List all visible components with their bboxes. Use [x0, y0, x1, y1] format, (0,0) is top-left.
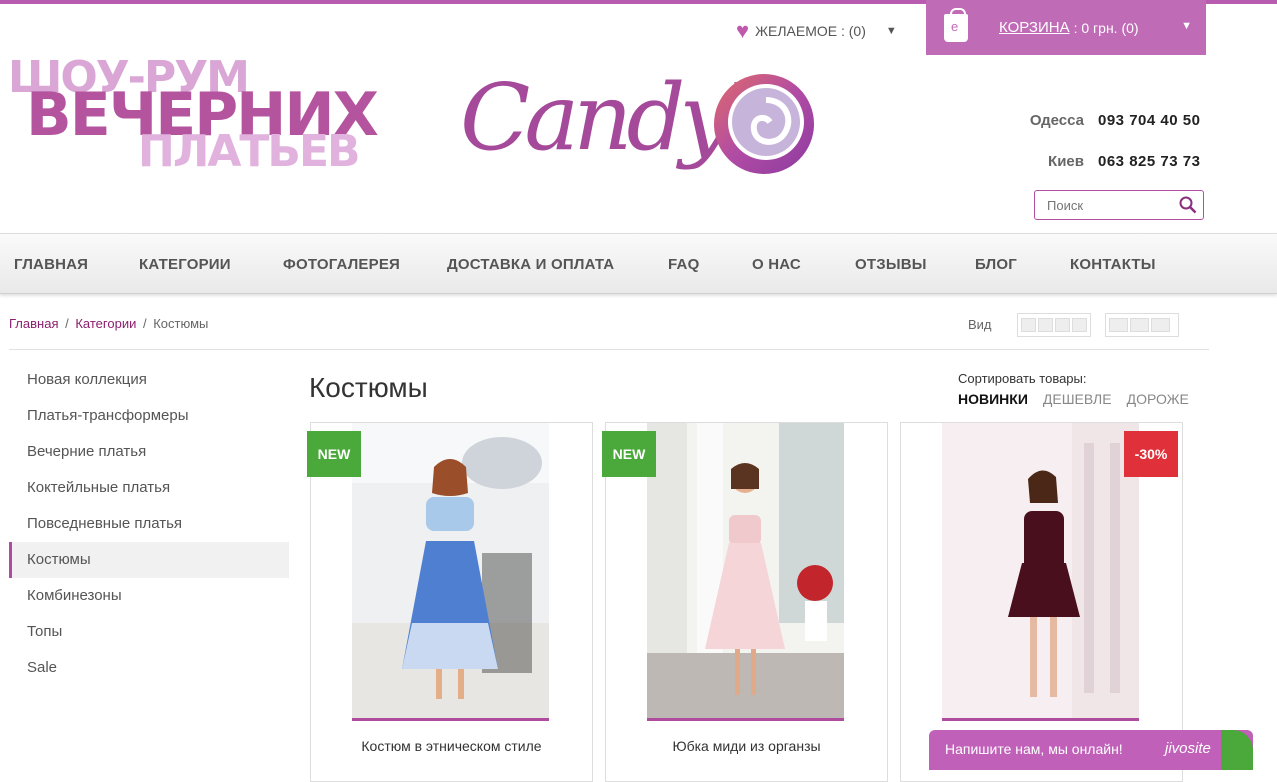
chat-brand: jivosite [1165, 740, 1211, 757]
nav-home[interactable]: ГЛАВНАЯ [14, 256, 88, 273]
chat-text: Напишите нам, мы онлайн! [945, 741, 1123, 757]
view-grid-3-button[interactable] [1105, 313, 1179, 337]
phone-city: Киев [1048, 152, 1084, 170]
search-icon[interactable] [1179, 196, 1197, 214]
phone-list: Одесса 093 704 40 50 Киев 063 825 73 73 [1020, 108, 1200, 190]
chat-bubble-icon [1221, 730, 1253, 770]
heart-icon: ♥ [736, 18, 750, 43]
sort-cheaper[interactable]: ДЕШЕВЛЕ [1043, 391, 1112, 407]
chevron-down-icon: ▼ [885, 25, 897, 37]
search-input[interactable] [1047, 191, 1177, 219]
sidebar-item-cocktail[interactable]: Коктейльные платья [9, 470, 289, 506]
sidebar-item-new-collection[interactable]: Новая коллекция [9, 362, 289, 398]
view-label: Вид [968, 317, 992, 332]
phone-number[interactable]: 063 825 73 73 [1098, 153, 1200, 170]
sort-label: Сортировать товары: [958, 371, 1087, 386]
sidebar-item-jumpsuits[interactable]: Комбинезоны [9, 578, 289, 614]
photo-underline [647, 718, 844, 721]
sort-options: НОВИНКИ ДЕШЕВЛЕ ДОРОЖЕ [958, 391, 1189, 407]
view-grid-4-button[interactable] [1017, 313, 1091, 337]
slogan: ШОУ-РУМ ВЕЧЕРНИХ ПЛАТЬЕВ [8, 52, 379, 182]
breadcrumb: Главная / Категории / Костюмы [9, 316, 208, 331]
cart-label: КОРЗИНА [999, 19, 1070, 36]
sale-badge: -30% [1124, 431, 1178, 477]
chevron-down-icon: ▼ [1181, 20, 1192, 32]
logo-swirl-icon [714, 74, 814, 174]
nav-gallery[interactable]: ФОТОГАЛЕРЕЯ [283, 256, 400, 273]
breadcrumb-separator: / [142, 316, 147, 331]
breadcrumb-current: Костюмы [153, 316, 209, 331]
wishlist-link[interactable]: ♥ ЖЕЛАЕМОЕ : (0) ▼ [736, 19, 897, 43]
phone-number[interactable]: 093 704 40 50 [1098, 112, 1200, 129]
phone-city: Одесса [1029, 111, 1084, 129]
breadcrumb-home[interactable]: Главная [9, 316, 58, 331]
site-header: ШОУ-РУМ ВЕЧЕРНИХ ПЛАТЬЕВ Candy's ♥ ЖЕЛАЕ… [0, 0, 1277, 232]
nav-about[interactable]: О НАС [752, 256, 801, 273]
product-name[interactable]: Юбка миди из органзы [606, 738, 887, 754]
main-nav: ГЛАВНАЯ КАТЕГОРИИ ФОТОГАЛЕРЕЯ ДОСТАВКА И… [0, 233, 1277, 294]
sidebar-item-sale[interactable]: Sale [9, 650, 289, 686]
sidebar-item-transformers[interactable]: Платья-трансформеры [9, 398, 289, 434]
nav-faq[interactable]: FAQ [668, 256, 699, 273]
nav-reviews[interactable]: ОТЗЫВЫ [855, 256, 927, 273]
photo-underline [352, 718, 549, 721]
product-photo[interactable] [942, 423, 1139, 719]
page-title: Костюмы [309, 372, 428, 403]
photo-underline [942, 718, 1139, 721]
new-badge: NEW [307, 431, 361, 477]
divider [9, 349, 1209, 350]
sort-newest[interactable]: НОВИНКИ [958, 391, 1028, 407]
search-box [1034, 190, 1204, 220]
nav-blog[interactable]: БЛОГ [975, 256, 1017, 273]
product-name[interactable]: Костюм в этническом стиле [311, 738, 592, 754]
site-logo[interactable]: Candy's [460, 54, 820, 224]
sidebar-item-casual[interactable]: Повседневные платья [9, 506, 289, 542]
product-card[interactable]: NEW Костюм в этническом стиле [307, 422, 593, 782]
nav-delivery[interactable]: ДОСТАВКА И ОПЛАТА [447, 256, 614, 273]
sidebar-item-evening[interactable]: Вечерние платья [9, 434, 289, 470]
wishlist-label: ЖЕЛАЕМОЕ : (0) [755, 23, 866, 39]
product-photo[interactable] [647, 423, 844, 719]
product-photo[interactable] [352, 423, 549, 719]
sidebar-item-suits[interactable]: Костюмы [9, 542, 289, 578]
shopping-bag-icon [944, 7, 968, 42]
new-badge: NEW [602, 431, 656, 477]
breadcrumb-separator: / [65, 316, 69, 331]
chat-widget[interactable]: Напишите нам, мы онлайн! jivosite [929, 730, 1253, 770]
sort-expensive[interactable]: ДОРОЖЕ [1127, 391, 1189, 407]
sidebar-item-tops[interactable]: Топы [9, 614, 289, 650]
nav-contacts[interactable]: КОНТАКТЫ [1070, 256, 1156, 273]
product-card[interactable]: NEW Юбка миди из органзы [602, 422, 888, 782]
phone-row: Киев 063 825 73 73 [1020, 149, 1200, 173]
slogan-line-3: ПЛАТЬЕВ [138, 126, 361, 177]
product-card[interactable]: -30% [900, 422, 1183, 782]
category-sidebar: Новая коллекция Платья-трансформеры Вече… [9, 362, 289, 686]
breadcrumb-categories[interactable]: Категории [75, 316, 136, 331]
phone-row: Одесса 093 704 40 50 [1020, 108, 1200, 132]
nav-categories[interactable]: КАТЕГОРИИ [139, 256, 231, 273]
cart-button[interactable]: КОРЗИНА : 0 грн. (0) ▼ [926, 0, 1206, 55]
cart-sum: : 0 грн. (0) [1073, 19, 1139, 36]
